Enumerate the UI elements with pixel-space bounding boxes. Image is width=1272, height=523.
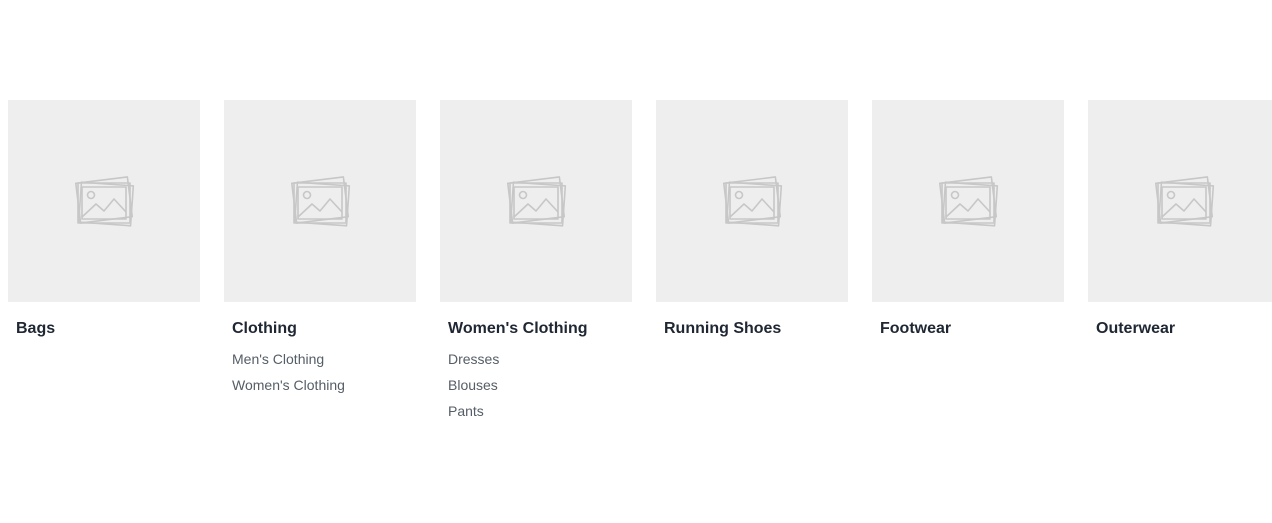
category-thumbnail[interactable] — [872, 100, 1064, 302]
image-placeholder-icon — [288, 174, 352, 228]
category-card-footwear[interactable]: Footwear — [872, 100, 1064, 424]
image-placeholder-icon — [720, 174, 784, 228]
category-title[interactable]: Outerwear — [1096, 318, 1272, 340]
category-thumbnail[interactable] — [224, 100, 416, 302]
image-placeholder-icon — [72, 174, 136, 228]
subcategory-link[interactable]: Men's Clothing — [232, 346, 324, 372]
image-placeholder-icon — [1152, 174, 1216, 228]
image-placeholder-icon — [504, 174, 568, 228]
subcategory-item: Men's Clothing — [232, 346, 408, 372]
subcategory-list: Dresses Blouses Pants — [448, 346, 624, 424]
subcategory-link[interactable]: Pants — [448, 398, 484, 424]
category-title[interactable]: Footwear — [880, 318, 1056, 340]
category-card-body: Footwear — [872, 302, 1064, 340]
category-thumbnail[interactable] — [440, 100, 632, 302]
category-card-body: Outerwear — [1088, 302, 1272, 340]
subcategory-item: Dresses — [448, 346, 624, 372]
category-title[interactable]: Bags — [16, 318, 192, 340]
category-card-body: Clothing Men's Clothing Women's Clothing — [224, 302, 416, 398]
category-card-bags[interactable]: Bags — [8, 100, 200, 424]
category-card-body: Bags — [8, 302, 200, 340]
subcategory-link[interactable]: Dresses — [448, 346, 499, 372]
category-title[interactable]: Clothing — [232, 318, 408, 340]
category-title[interactable]: Women's Clothing — [448, 318, 624, 340]
category-title[interactable]: Running Shoes — [664, 318, 840, 340]
category-card-body: Running Shoes — [656, 302, 848, 340]
category-thumbnail[interactable] — [8, 100, 200, 302]
subcategory-item: Women's Clothing — [232, 372, 408, 398]
category-thumbnail[interactable] — [656, 100, 848, 302]
image-placeholder-icon — [936, 174, 1000, 228]
category-card-body: Women's Clothing Dresses Blouses Pants — [440, 302, 632, 424]
category-card-clothing[interactable]: Clothing Men's Clothing Women's Clothing — [224, 100, 416, 424]
subcategory-link[interactable]: Blouses — [448, 372, 498, 398]
subcategory-link[interactable]: Women's Clothing — [232, 372, 345, 398]
category-card-outerwear[interactable]: Outerwear — [1088, 100, 1272, 424]
subcategory-item: Blouses — [448, 372, 624, 398]
subcategory-list: Men's Clothing Women's Clothing — [232, 346, 408, 398]
category-card-womens-clothing[interactable]: Women's Clothing Dresses Blouses Pants — [440, 100, 632, 424]
category-grid: Bags Clothing Men's Clothing Women's Clo… — [8, 100, 1272, 424]
subcategory-item: Pants — [448, 398, 624, 424]
category-card-running-shoes[interactable]: Running Shoes — [656, 100, 848, 424]
category-thumbnail[interactable] — [1088, 100, 1272, 302]
